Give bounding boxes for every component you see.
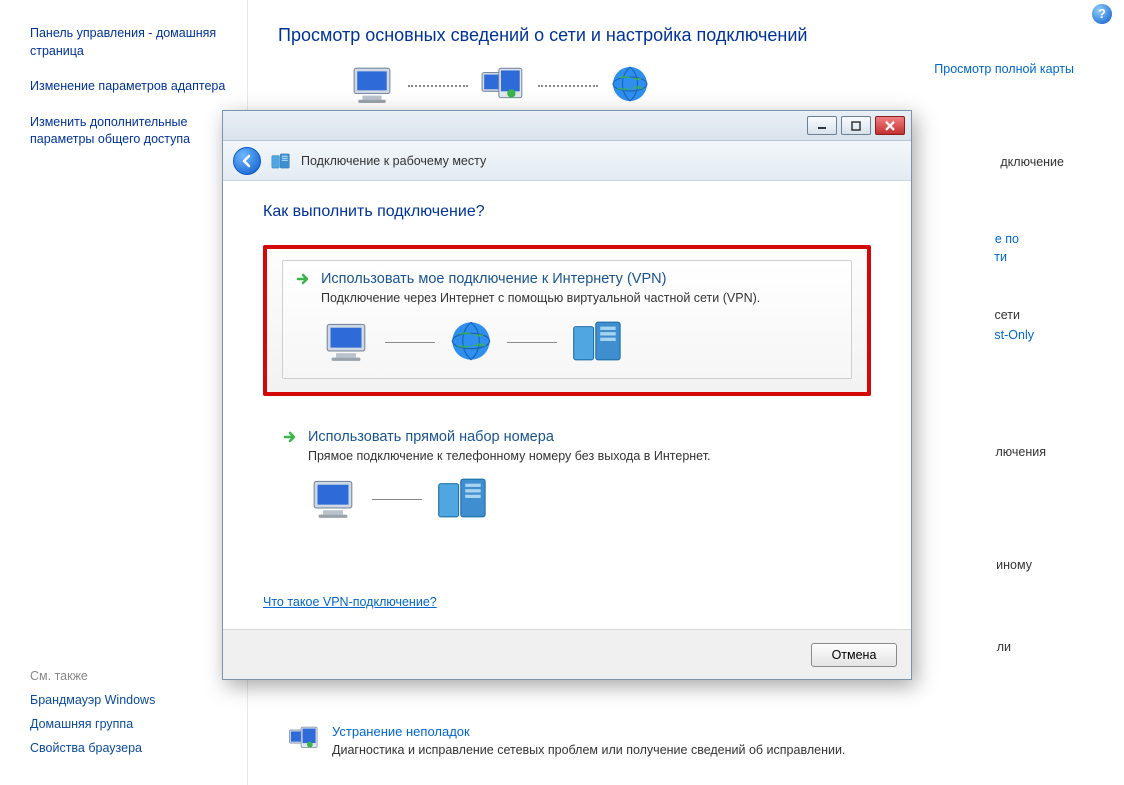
sidebar-item-adapter[interactable]: Изменение параметров адаптера — [30, 78, 232, 96]
option-dialup[interactable]: Использовать прямой набор номера Прямое … — [263, 414, 871, 539]
sidebar-item-advanced[interactable]: Изменить дополнительные параметры общего… — [30, 114, 232, 149]
back-button[interactable] — [233, 147, 261, 175]
sidebar-link-homegroup[interactable]: Домашняя группа — [30, 717, 155, 731]
close-button[interactable] — [875, 116, 905, 135]
partial-text: ти — [994, 250, 1007, 264]
partial-text: е по — [995, 232, 1019, 246]
computer-icon — [348, 64, 396, 107]
troubleshoot-link[interactable]: Устранение неполадок — [332, 724, 845, 739]
option-dialup-desc: Прямое подключение к телефонному номеру … — [308, 449, 852, 463]
what-is-vpn-link[interactable]: Что такое VPN-подключение? — [263, 595, 437, 609]
connector-line — [538, 85, 598, 87]
partial-text: иному — [996, 558, 1032, 572]
dialog-footer: Отмена — [223, 629, 911, 679]
partial-text: ли — [997, 640, 1011, 654]
workplace-icon — [271, 152, 291, 170]
dialog-title: Подключение к рабочему месту — [301, 154, 486, 168]
partial-text: лючения — [995, 445, 1046, 459]
connector-line — [408, 85, 468, 87]
computer-icon — [308, 477, 358, 522]
dialog-titlebar — [223, 111, 911, 141]
minimize-button[interactable] — [807, 116, 837, 135]
partial-text: сети — [995, 308, 1021, 322]
globe-icon — [449, 319, 493, 366]
troubleshoot-icon — [288, 724, 320, 755]
option-vpn-title: Использовать мое подключение к Интернету… — [321, 271, 666, 287]
option-vpn-desc: Подключение через Интернет с помощью вир… — [321, 291, 839, 305]
dialog-question: Как выполнить подключение? — [263, 203, 871, 221]
page-title: Просмотр основных сведений о сети и наст… — [278, 25, 1094, 46]
arrow-right-icon — [282, 429, 298, 445]
partial-text: st-Only — [994, 328, 1034, 342]
option-vpn[interactable]: Использовать мое подключение к Интернету… — [263, 245, 871, 396]
devices-icon — [480, 66, 526, 105]
connector-line — [507, 342, 557, 343]
globe-icon — [610, 64, 650, 107]
see-also-heading: См. также — [30, 669, 155, 683]
arrow-right-icon — [295, 271, 311, 287]
dialog-header: Подключение к рабочему месту — [223, 141, 911, 181]
troubleshoot-desc: Диагностика и исправление сетевых пробле… — [332, 743, 845, 757]
computer-icon — [321, 320, 371, 365]
option-dialup-title: Использовать прямой набор номера — [308, 429, 554, 445]
connector-line — [372, 499, 422, 500]
full-map-link[interactable]: Просмотр полной карты — [934, 62, 1074, 76]
connector-line — [385, 342, 435, 343]
sidebar-link-browser-props[interactable]: Свойства браузера — [30, 741, 155, 755]
sidebar-item-home[interactable]: Панель управления - домашняя страница — [30, 25, 232, 60]
cancel-button[interactable]: Отмена — [811, 643, 897, 667]
sidebar-link-firewall[interactable]: Брандмауэр Windows — [30, 693, 155, 707]
partial-text: дключение — [1000, 155, 1064, 169]
maximize-button[interactable] — [841, 116, 871, 135]
sidebar: Панель управления - домашняя страница Из… — [0, 0, 248, 785]
server-icon — [571, 320, 625, 365]
connect-workplace-dialog: Подключение к рабочему месту Как выполни… — [222, 110, 912, 680]
server-icon — [436, 477, 490, 522]
